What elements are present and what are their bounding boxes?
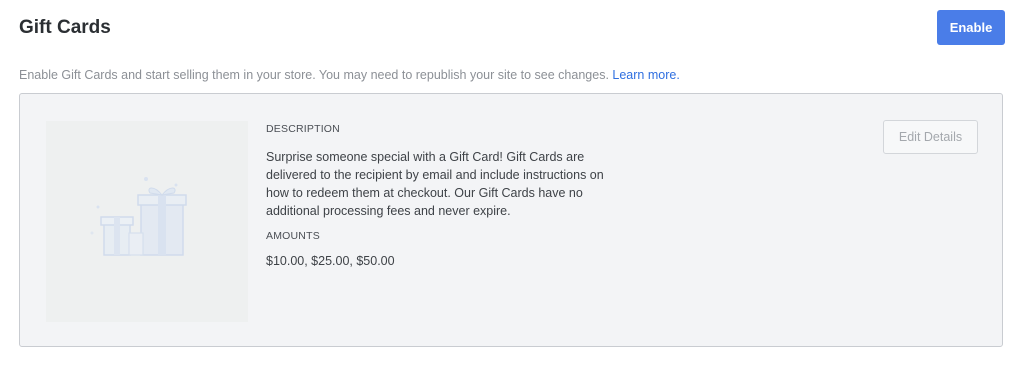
gift-card-image — [46, 121, 248, 322]
edit-details-button[interactable]: Edit Details — [883, 120, 978, 154]
description-text: Surprise someone special with a Gift Car… — [266, 150, 604, 218]
gift-card-details: DESCRIPTION Surprise someone special wit… — [266, 122, 626, 269]
learn-more-link[interactable]: Learn more. — [612, 68, 679, 82]
gift-cards-page: Gift Cards Enable Enable Gift Cards and … — [0, 0, 1024, 366]
gift-boxes-icon — [90, 177, 187, 256]
amounts-value: $10.00, $25.00, $50.00 — [266, 254, 395, 268]
description-label: DESCRIPTION — [266, 123, 340, 135]
amounts-label: AMOUNTS — [266, 230, 320, 242]
intro-description: Enable Gift Cards and start selling them… — [19, 68, 613, 82]
gift-card-panel: DESCRIPTION Surprise someone special wit… — [19, 93, 1003, 347]
page-title: Gift Cards — [19, 17, 111, 38]
intro-text: Enable Gift Cards and start selling them… — [19, 67, 680, 83]
enable-button[interactable]: Enable — [937, 10, 1005, 45]
